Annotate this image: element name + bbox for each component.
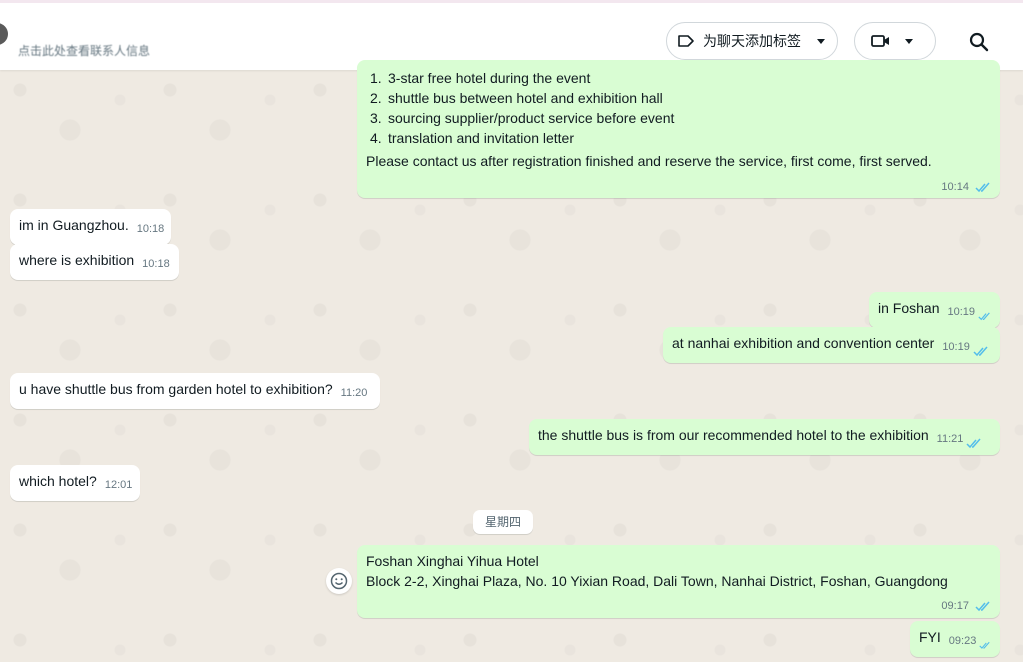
message-time: 09:23 — [948, 635, 977, 647]
message-meta: 09:17 — [366, 596, 991, 616]
list-item: 3. sourcing supplier/product service befo… — [370, 110, 675, 126]
message-text: im in Guangzhou. — [19, 217, 129, 233]
message-time: 09:17 — [941, 600, 969, 612]
list-item: 4. translation and invitation letter — [370, 130, 574, 146]
label-icon — [678, 35, 694, 47]
read-ticks-icon — [975, 182, 990, 192]
service-list: 1. 3-star free hotel during the event 2. s… — [366, 68, 991, 148]
hotel-name-text: Foshan Xinghai Yihua Hotel — [366, 553, 539, 569]
message-time: 10:19 — [947, 306, 976, 318]
video-call-button[interactable] — [854, 22, 936, 60]
message-bubble-incoming[interactable]: where is exhibition 10:18 — [10, 244, 179, 280]
read-ticks-icon — [975, 601, 990, 611]
read-ticks-icon — [966, 438, 981, 449]
read-ticks-icon — [979, 641, 990, 649]
smiley-icon — [330, 572, 348, 590]
message-time: 10:19 — [942, 341, 970, 353]
message-text: Please contact us after registration fin… — [366, 153, 932, 169]
day-separator: 星期四 — [473, 510, 533, 534]
message-bubble-outgoing[interactable]: Foshan Xinghai Yihua Hotel Block 2-2, Xi… — [357, 545, 1000, 618]
chevron-down-icon — [817, 38, 825, 44]
message-time: 10:14 — [941, 181, 969, 193]
message-text: at nanhai exhibition and convention cent… — [672, 335, 935, 351]
message-bubble-outgoing[interactable]: 1. 3-star free hotel during the event 2. s… — [357, 60, 1000, 198]
hotel-address-text: Block 2-2, Xinghai Plaza, No. 10 Yixian … — [366, 573, 948, 589]
message-time: 10:18 — [136, 223, 165, 235]
search-icon[interactable] — [968, 31, 990, 53]
message-text: the shuttle bus is from our recommended … — [538, 427, 929, 443]
chevron-down-icon — [905, 38, 913, 44]
message-bubble-outgoing[interactable]: the shuttle bus is from our recommended … — [529, 419, 1000, 455]
message-text: in Foshan — [878, 300, 940, 316]
message-time: 11:21 — [936, 433, 964, 445]
video-camera-icon — [871, 35, 889, 47]
message-bubble-outgoing[interactable]: in Foshan 10:19 — [869, 292, 1000, 328]
read-ticks-icon — [973, 346, 988, 357]
message-bubble-outgoing[interactable]: at nanhai exhibition and convention cent… — [663, 327, 1000, 363]
message-meta: 10:14 — [366, 177, 991, 197]
add-label-text: 为聊天添加标签 — [703, 33, 801, 49]
message-time: 11:20 — [340, 387, 368, 399]
list-item: 1. 3-star free hotel during the event — [370, 70, 591, 86]
message-bubble-outgoing[interactable]: FYI 09:23 — [910, 621, 1000, 657]
avatar[interactable] — [0, 23, 8, 45]
message-bubble-incoming[interactable]: which hotel? 12:01 — [10, 465, 140, 501]
message-bubble-incoming[interactable]: im in Guangzhou. 10:18 — [10, 209, 171, 245]
message-bubble-incoming[interactable]: u have shuttle bus from garden hotel to … — [10, 373, 380, 409]
message-text: FYI — [919, 629, 941, 645]
read-ticks-icon — [978, 312, 990, 321]
list-item: 2. shuttle bus between hotel and exhibiti… — [370, 90, 663, 106]
add-label-button[interactable]: 为聊天添加标签 — [666, 22, 838, 60]
message-text: which hotel? — [19, 473, 97, 489]
message-text: where is exhibition — [19, 252, 135, 268]
message-text: u have shuttle bus from garden hotel to … — [19, 381, 333, 397]
contact-info-hint[interactable]: 点击此处查看联系人信息 — [18, 42, 150, 59]
message-time: 10:18 — [142, 258, 170, 270]
react-button[interactable] — [326, 568, 352, 594]
message-time: 12:01 — [104, 479, 133, 491]
